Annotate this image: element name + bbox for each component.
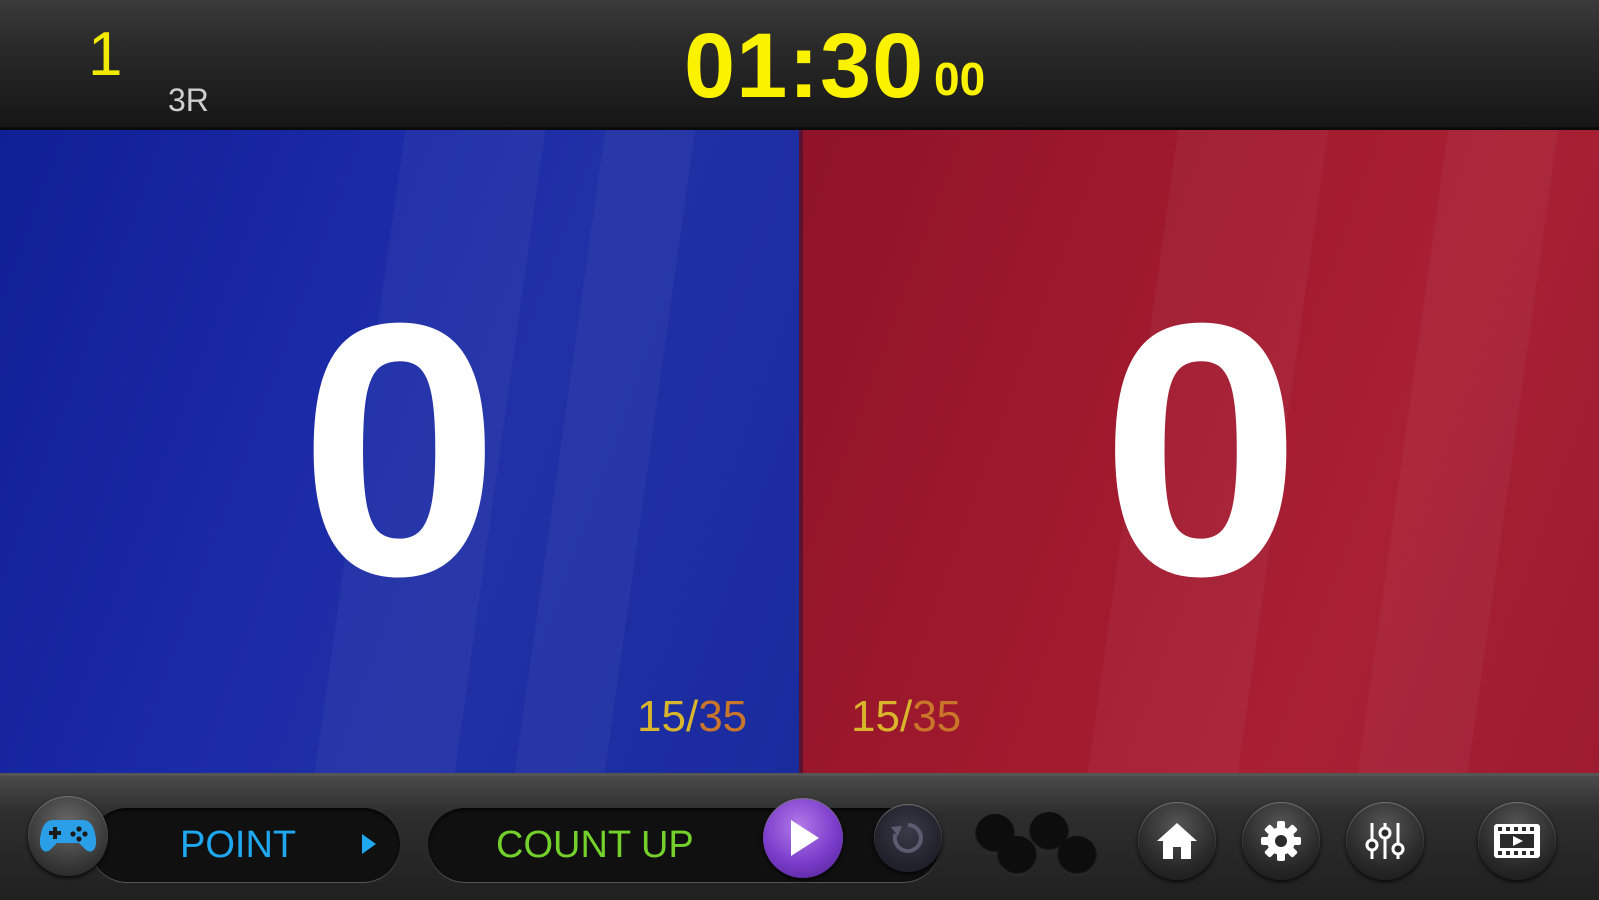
gamepad-icon	[39, 820, 97, 852]
round-number[interactable]: 1	[88, 24, 122, 86]
dots-icon[interactable]	[975, 808, 1105, 878]
blue-foul-separator: /	[685, 692, 699, 741]
blue-foul-current: 15	[637, 692, 686, 741]
game-mode-button[interactable]	[28, 796, 108, 876]
settings-button[interactable]	[1242, 802, 1320, 880]
sliders-icon	[1365, 823, 1405, 859]
bottom-toolbar: POINT COUNT UP	[0, 773, 1599, 900]
mode-label: POINT	[180, 824, 297, 866]
red-foul-max: 35	[912, 692, 962, 741]
timer-hundredths: 00	[934, 53, 986, 105]
play-button[interactable]	[763, 798, 843, 878]
reset-icon	[891, 823, 923, 853]
blue-score[interactable]: 0	[0, 270, 799, 630]
red-score[interactable]: 0	[803, 270, 1599, 630]
blue-team-panel[interactable]: 0 15/35	[0, 130, 799, 773]
home-icon	[1157, 823, 1197, 859]
video-button[interactable]	[1478, 802, 1556, 880]
count-mode-label: COUNT UP	[496, 824, 694, 866]
red-foul-count: 15/35	[851, 695, 961, 739]
count-mode-selector[interactable]: COUNT UP	[428, 808, 940, 882]
round-count-label[interactable]: 3R	[168, 84, 209, 116]
top-bar: 1 3R 01:30 00	[0, 0, 1599, 130]
blue-foul-count: 15/35	[637, 695, 747, 739]
video-icon	[1494, 824, 1540, 858]
blue-foul-max: 35	[698, 692, 748, 741]
mode-arrow-icon	[362, 834, 376, 854]
home-button[interactable]	[1138, 802, 1216, 880]
reset-button[interactable]	[874, 804, 942, 872]
play-icon	[791, 820, 819, 856]
mixer-button[interactable]	[1346, 802, 1424, 880]
red-foul-separator: /	[899, 692, 913, 741]
mode-selector[interactable]: POINT	[90, 808, 400, 882]
game-timer[interactable]: 01:30	[684, 20, 924, 112]
red-foul-current: 15	[851, 692, 900, 741]
red-team-panel[interactable]: 0 15/35	[803, 130, 1599, 773]
gear-icon	[1261, 821, 1301, 861]
